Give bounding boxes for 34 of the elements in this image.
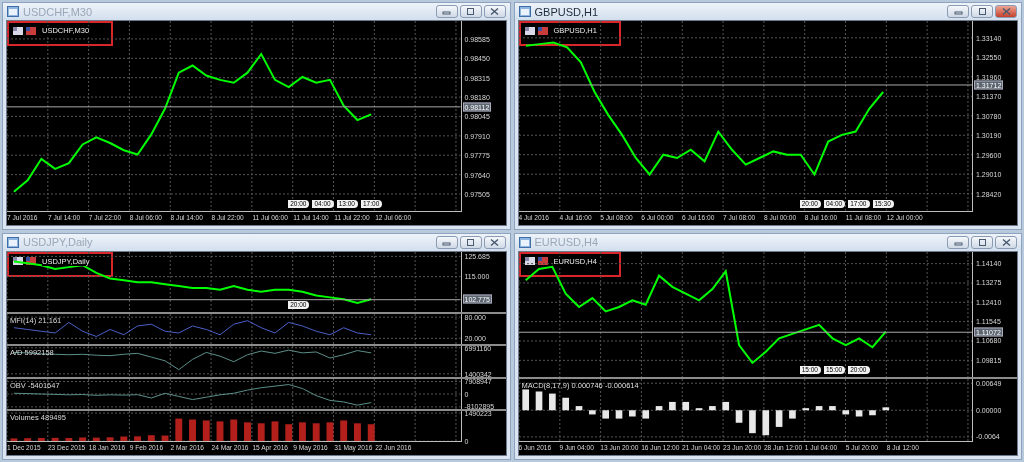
chart-window-icon xyxy=(7,236,19,248)
close-icon xyxy=(1001,238,1011,246)
close-icon xyxy=(490,8,499,15)
chart-window-icon xyxy=(7,6,19,17)
maximize-icon xyxy=(466,238,475,246)
flag-icon xyxy=(537,257,548,265)
close-icon xyxy=(1001,8,1011,15)
close-button[interactable] xyxy=(483,235,506,249)
close-button[interactable] xyxy=(995,5,1017,18)
flag-icon xyxy=(524,257,535,265)
window-title: USDCHF,M30 xyxy=(23,5,93,18)
minimize-icon xyxy=(442,8,451,15)
close-icon xyxy=(490,238,499,246)
minimize-icon xyxy=(953,8,963,15)
flag-icon xyxy=(524,26,535,35)
maximize-button[interactable] xyxy=(971,5,993,18)
flag-icon xyxy=(26,26,36,35)
maximize-button[interactable] xyxy=(459,235,482,249)
maximize-icon xyxy=(977,8,987,15)
maximize-button[interactable] xyxy=(971,235,993,249)
flag-icon xyxy=(537,26,548,35)
maximize-icon xyxy=(977,238,987,246)
window-title: USDJPY,Daily xyxy=(23,236,93,248)
window-title: EURUSD,H4 xyxy=(534,236,599,248)
flag-icon xyxy=(13,26,23,35)
chart-window-icon xyxy=(518,236,531,248)
flag-icon xyxy=(26,257,36,265)
flag-icon xyxy=(13,257,23,265)
window-title: GBPUSD,H1 xyxy=(534,5,599,18)
maximize-icon xyxy=(466,8,475,15)
chart-window-icon xyxy=(518,6,531,17)
maximize-button[interactable] xyxy=(459,5,482,18)
close-button[interactable] xyxy=(995,235,1017,249)
close-button[interactable] xyxy=(483,5,506,18)
